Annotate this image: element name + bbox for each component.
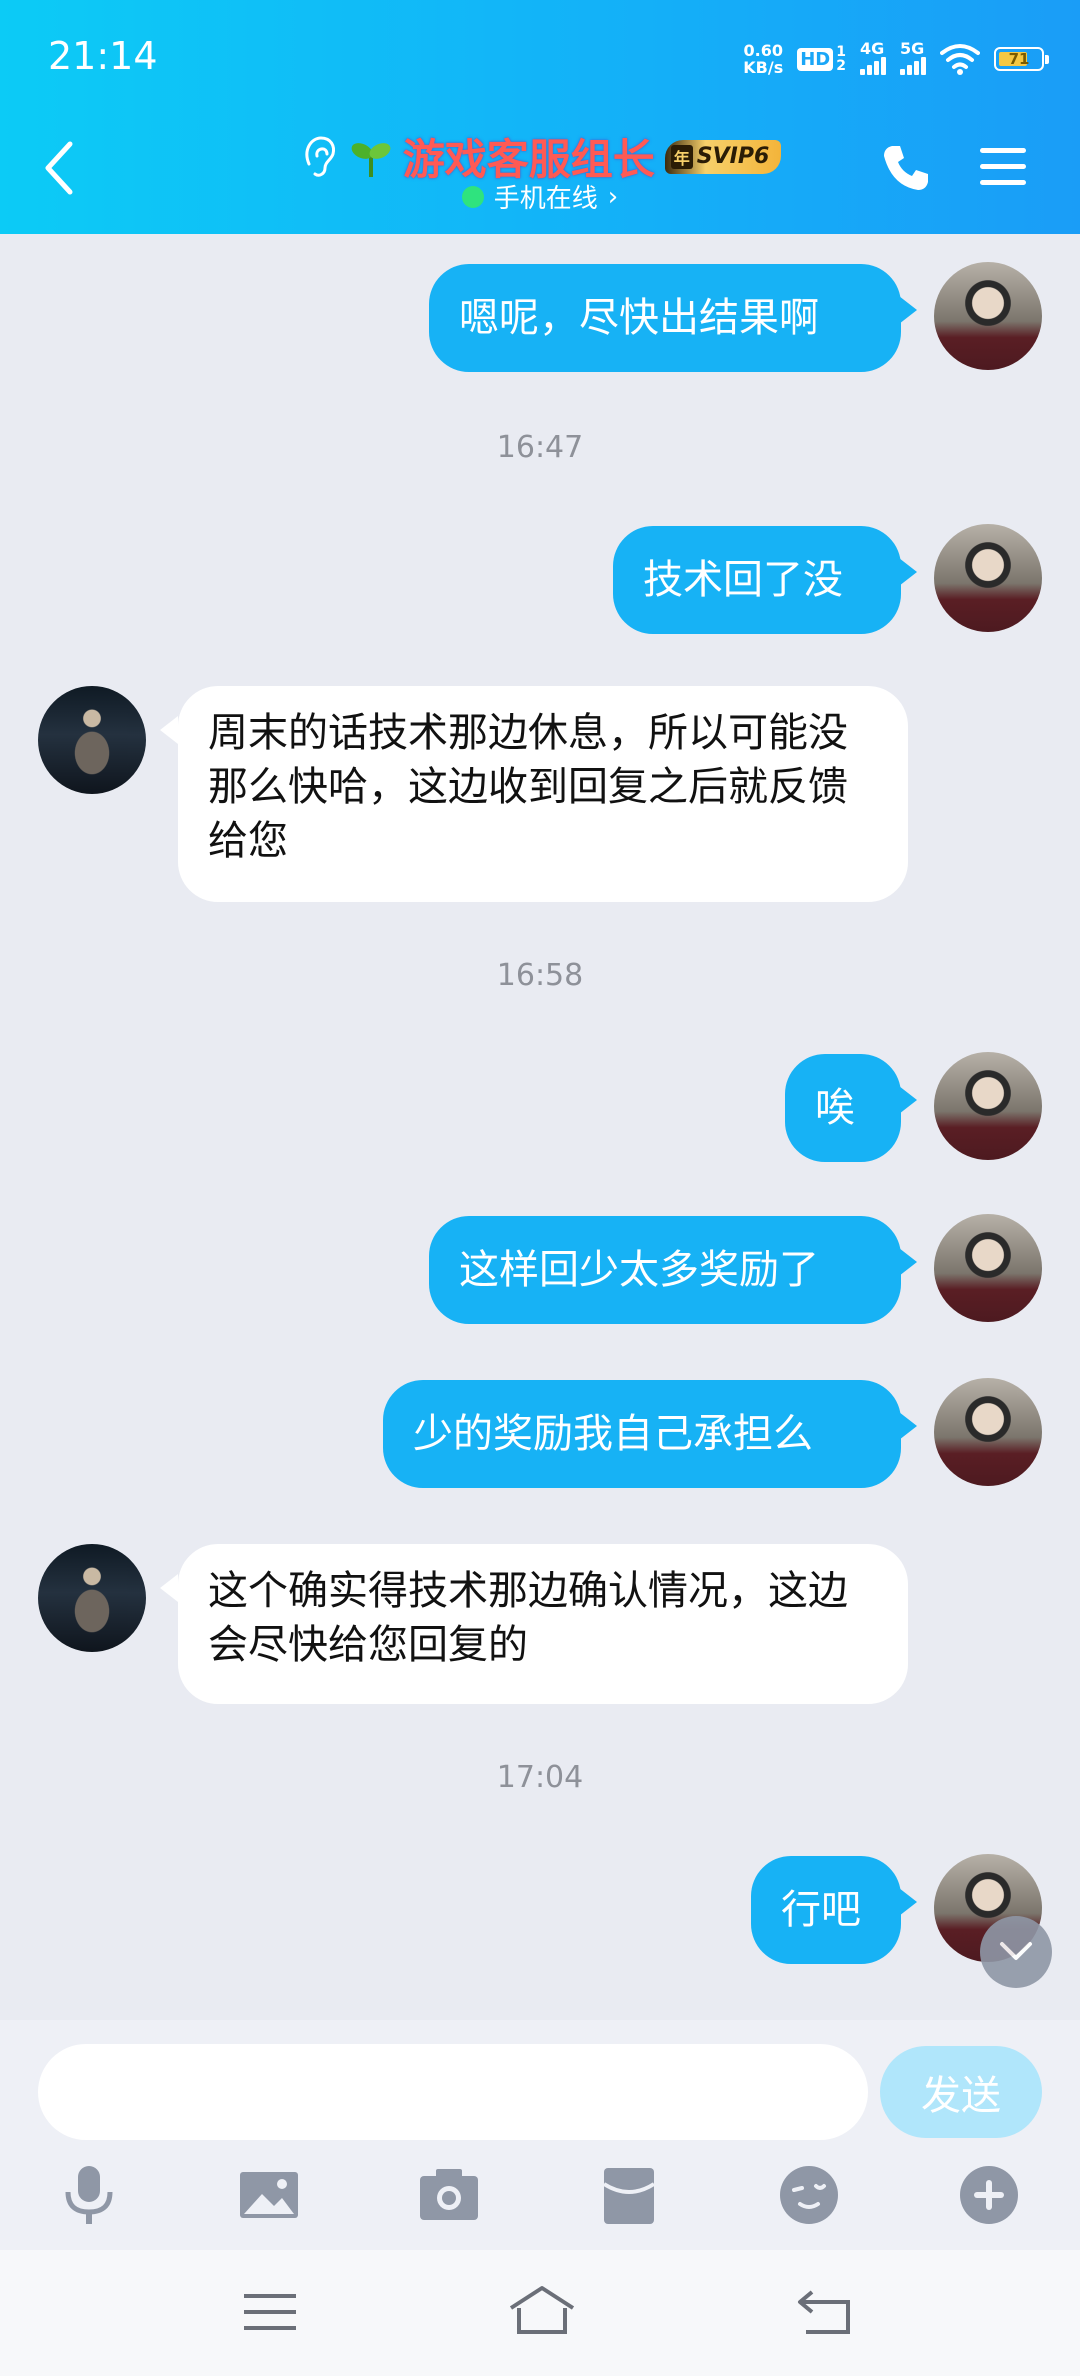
- bubble-tail: [899, 1412, 917, 1440]
- bubble-tail: [899, 1888, 917, 1916]
- hd-icon: HD 1 2: [797, 45, 846, 73]
- hd-sub-bottom: 2: [836, 58, 846, 74]
- message-bubble-outgoing[interactable]: 嗯呢，尽快出结果啊: [429, 264, 901, 372]
- home-icon[interactable]: [507, 2282, 577, 2342]
- avatar-self[interactable]: [934, 262, 1042, 370]
- network-speed-value: 0.60: [743, 41, 783, 60]
- bubble-tail: [899, 296, 917, 324]
- emoji-icon[interactable]: [774, 2160, 844, 2230]
- timestamp: 17:04: [496, 1760, 584, 1795]
- menu-button[interactable]: [978, 144, 1028, 190]
- image-icon[interactable]: [234, 2160, 304, 2230]
- online-dot-icon: [461, 185, 484, 208]
- chat-header: 21:14 0.60 KB/s HD 1 2 4G 5G 71 游戏客服组长 年…: [0, 0, 1080, 234]
- bubble-tail: [899, 1086, 917, 1114]
- timestamp: 16:47: [496, 430, 584, 465]
- message-bubble-outgoing[interactable]: 少的奖励我自己承担么: [383, 1380, 901, 1488]
- bubble-tail: [899, 558, 917, 586]
- message-bubble-outgoing[interactable]: 唉: [785, 1054, 901, 1162]
- camera-icon[interactable]: [414, 2160, 484, 2230]
- chevron-down-icon: [1000, 1942, 1032, 1960]
- message-bubble-outgoing[interactable]: 这样回少太多奖励了: [429, 1216, 901, 1324]
- message-input[interactable]: [38, 2044, 868, 2140]
- plus-icon[interactable]: [954, 2160, 1024, 2230]
- menu-icon[interactable]: [238, 2282, 302, 2342]
- red-packet-icon[interactable]: [594, 2160, 664, 2230]
- timestamp: 16:58: [496, 958, 584, 993]
- signal-4g-icon: 4G: [860, 39, 886, 75]
- avatar-agent[interactable]: [38, 686, 146, 794]
- sprout-icon: [351, 142, 391, 177]
- status-time: 21:14: [48, 34, 158, 78]
- battery-level: 71: [1008, 50, 1030, 68]
- signal-5g-icon: 5G: [900, 39, 926, 75]
- hd-sub-top: 1: [836, 44, 846, 60]
- message-bubble-incoming[interactable]: 这个确实得技术那边确认情况，这边会尽快给您回复的: [178, 1544, 908, 1704]
- status-icons: 0.60 KB/s HD 1 2 4G 5G 71: [743, 36, 1049, 82]
- avatar-agent[interactable]: [38, 1544, 146, 1652]
- microphone-icon[interactable]: [54, 2160, 124, 2230]
- signal-5g-label: 5G: [900, 39, 925, 58]
- svip-label: SVIP6: [696, 144, 770, 169]
- svip-year-label: 年: [670, 144, 693, 169]
- signal-4g-label: 4G: [860, 39, 885, 58]
- send-button[interactable]: 发送: [880, 2046, 1042, 2138]
- online-status-label: 手机在线: [493, 184, 598, 214]
- battery-icon: 71: [994, 47, 1049, 71]
- avatar-self[interactable]: [934, 524, 1042, 632]
- ear-icon[interactable]: [299, 134, 339, 180]
- avatar-self[interactable]: [934, 1214, 1042, 1322]
- network-speed-unit: KB/s: [743, 58, 784, 77]
- chevron-right-icon: ›: [607, 181, 619, 212]
- wifi-icon: [940, 44, 980, 75]
- hd-label: HD: [797, 47, 834, 71]
- message-bubble-outgoing[interactable]: 行吧: [751, 1856, 901, 1964]
- phone-call-button[interactable]: [880, 142, 932, 194]
- bubble-tail: [899, 1248, 917, 1276]
- hd-sub: 1 2: [836, 45, 846, 73]
- scroll-to-bottom-button[interactable]: [980, 1916, 1052, 1988]
- message-bubble-incoming[interactable]: 周末的话技术那边休息，所以可能没那么快哈，这边收到回复之后就反馈给您: [178, 686, 908, 902]
- bubble-tail: [160, 716, 178, 744]
- message-bubble-outgoing[interactable]: 技术回了没: [613, 526, 901, 634]
- back-icon[interactable]: [792, 2282, 856, 2342]
- bubble-tail: [160, 1574, 178, 1602]
- avatar-self[interactable]: [934, 1052, 1042, 1160]
- svip-badge[interactable]: 年 SVIP6: [664, 139, 782, 174]
- network-speed: 0.60 KB/s: [743, 42, 783, 76]
- avatar-self[interactable]: [934, 1378, 1042, 1486]
